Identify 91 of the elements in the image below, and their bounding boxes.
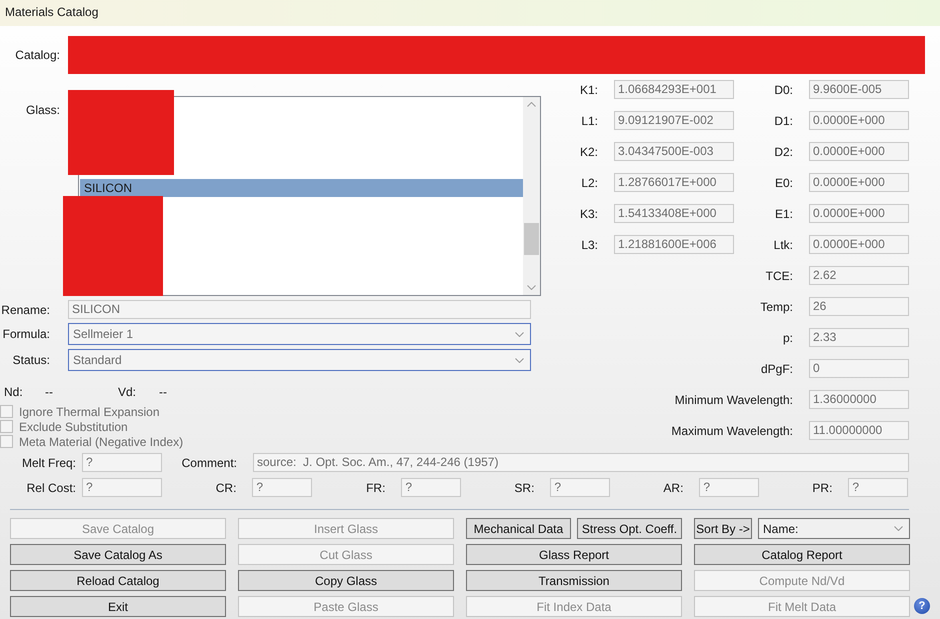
field-label: K2: [578,144,598,158]
scrollbar[interactable] [523,97,540,295]
chevron-down-icon[interactable] [527,285,536,290]
field-label: Temp: [760,300,793,314]
input-field[interactable]: 26 [809,297,909,316]
input-field[interactable]: ? [848,478,908,497]
checkbox-label: Exclude Substitution [19,420,128,434]
field-label: L1: [580,114,598,128]
button[interactable]: Reload Catalog [10,570,226,591]
input-field[interactable]: ? [82,453,162,472]
input-field[interactable]: 3.04347500E-003 [614,142,734,161]
field-value: -- [159,385,168,399]
input-field[interactable]: ? [550,478,610,497]
checkbox-label: Meta Material (Negative Index) [19,434,184,448]
input-field[interactable]: 0.0000E+000 [809,204,909,223]
input-field[interactable]: 0.0000E+000 [809,235,909,254]
field-label: Catalog: [14,48,60,62]
field-label: D0: [773,82,793,96]
chevron-icon [894,526,903,531]
field-label: dPgF: [760,362,793,376]
field-label: Status: [12,353,50,367]
dropdown[interactable]: Standard [68,349,531,371]
input-field[interactable]: 0 [809,359,909,378]
field-label: Ltk: [772,238,793,252]
field-label: CR: [214,480,236,494]
input-field[interactable]: 2.33 [809,328,909,347]
input-field[interactable]: 9.9600E-005 [809,80,909,99]
input-field[interactable]: 1.06684293E+001 [614,80,734,99]
input-field[interactable]: 0.0000E+000 [809,173,909,192]
checkbox[interactable] [0,435,13,448]
dropdown[interactable]: Name: [758,518,910,539]
button[interactable]: Catalog Report [694,544,910,565]
chevron-icon [515,358,524,362]
field-label: Maximum Wavelength: [671,424,793,438]
field-label: Minimum Wavelength: [674,392,793,406]
input-field[interactable]: ? [252,478,312,497]
field-label: E1: [774,206,793,220]
field-label: Comment: [180,456,237,470]
input-field[interactable]: 2.62 [809,266,909,285]
input-field[interactable]: ? [401,478,461,497]
button[interactable]: Transmission [466,570,682,591]
input-field[interactable]: ? [82,478,162,497]
field-label: D1: [773,114,793,128]
input-field[interactable]: 11.00000000 [809,421,909,440]
checkbox[interactable] [0,420,13,433]
input-field[interactable]: 1.54133408E+000 [614,204,734,223]
input-field[interactable]: SILICON [68,300,531,319]
field-label: SR: [513,480,534,494]
input-field[interactable]: 1.21881600E+006 [614,235,734,254]
field-label: Glass: [24,102,60,119]
input-field[interactable]: 1.36000000 [809,390,909,409]
list-item[interactable]: SILICON [80,179,523,197]
field-label: D2: [773,144,793,158]
field-label: p: [782,330,793,344]
field-label: Nd: [4,385,24,399]
input-field[interactable]: 0.0000E+000 [809,142,909,161]
field-label: Rename: [0,302,50,316]
field-label: Melt Freq: [20,456,76,470]
dropdown[interactable]: Sellmeier 1 [68,323,531,345]
field-label: AR: [662,480,684,494]
field-label: L2: [580,176,598,190]
checkbox-label: Ignore Thermal Expansion [19,404,160,418]
field-label: FR: [365,480,386,494]
scrollbar-thumb[interactable] [524,223,539,255]
field-label: Vd: [118,385,138,399]
field-label: E0: [774,176,793,190]
field-label: Formula: [2,327,50,341]
button[interactable]: Exit [10,596,226,617]
button[interactable]: Sort By -> [694,518,752,539]
field-label: K3: [578,206,598,220]
field-label: K1: [578,82,598,96]
field-label: PR: [811,480,832,494]
button[interactable]: Mechanical Data [466,518,571,539]
button[interactable]: Stress Opt. Coeff. [577,518,682,539]
field-label: TCE: [766,268,793,282]
input-field[interactable]: 9.09121907E-002 [614,111,734,130]
button[interactable]: Copy Glass [238,570,454,591]
input-field[interactable]: 1.28766017E+000 [614,173,734,192]
field-label: Rel Cost: [26,480,76,494]
field-label: L3: [580,238,598,252]
window-title: Materials Catalog [0,0,940,26]
help-button[interactable]: ? [914,598,930,614]
button[interactable]: Glass Report [466,544,682,565]
field-value: -- [45,385,54,399]
checkbox[interactable] [0,405,13,418]
input-field[interactable]: 0.0000E+000 [809,111,909,130]
input-field[interactable]: ? [699,478,759,497]
input-field[interactable]: source: J. Opt. Soc. Am., 47, 244-246 (1957) [253,453,909,472]
button[interactable]: Save Catalog As [10,544,226,565]
chevron-icon [515,332,524,336]
chevron-up-icon[interactable] [527,102,536,107]
